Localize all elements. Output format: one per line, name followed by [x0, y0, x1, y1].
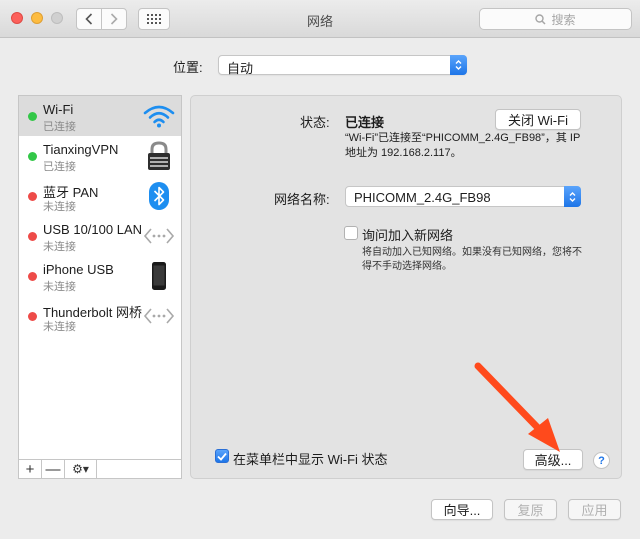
service-status: 未连接	[43, 201, 76, 213]
service-item-iphone-usb[interactable]: iPhone USB 未连接	[19, 256, 181, 296]
show-wifi-status-label: 在菜单栏中显示 Wi-Fi 状态	[233, 452, 388, 467]
chevron-updown-icon	[455, 60, 462, 70]
network-name-label: 网络名称:	[274, 192, 330, 207]
service-item-thunderbolt-bridge[interactable]: Thunderbolt 网桥 未连接	[19, 296, 181, 336]
apply-button[interactable]: 应用	[568, 499, 621, 520]
status-value: 已连接	[345, 115, 385, 130]
location-label: 位置:	[173, 60, 203, 75]
search-icon	[535, 13, 547, 25]
annotation-arrow-icon	[474, 362, 560, 452]
forward-button[interactable]	[101, 8, 127, 30]
select-stepper	[564, 186, 581, 207]
show-wifi-status-checkbox[interactable]	[215, 449, 229, 463]
network-name-select[interactable]: PHICOMM_2.4G_FB98	[345, 186, 581, 207]
bluetooth-icon	[143, 181, 175, 211]
location-value: 自动	[227, 61, 254, 76]
show-all-button[interactable]	[138, 8, 170, 30]
search-field[interactable]: 搜索	[479, 8, 632, 30]
ethernet-icon	[143, 301, 175, 331]
window-title: 网络	[306, 14, 333, 29]
service-name: USB 10/100 LAN	[43, 222, 143, 237]
service-item-wifi[interactable]: Wi-Fi 已连接	[19, 96, 181, 136]
location-select[interactable]: 自动	[218, 55, 467, 76]
service-item-usb-lan[interactable]: USB 10/100 LAN 未连接	[19, 216, 181, 256]
status-dot	[28, 112, 37, 121]
ask-to-join-description: 将自动加入已知网络。如果没有已知网络，您将不得不手动选择网络。	[362, 247, 582, 272]
select-stepper	[450, 55, 467, 75]
status-dot	[28, 312, 37, 321]
revert-button[interactable]: 复原	[504, 499, 557, 520]
chevron-right-icon	[110, 13, 118, 25]
status-dot	[28, 272, 37, 281]
service-status: 未连接	[43, 321, 76, 333]
back-button[interactable]	[76, 8, 102, 30]
service-list: Wi-Fi 已连接 TianxingVPN 已连接 蓝牙 PAN 未连接 USB…	[18, 95, 182, 479]
chevron-left-icon	[85, 13, 93, 25]
vpn-lock-icon	[143, 141, 175, 171]
wifi-icon	[143, 101, 175, 131]
network-name-value: PHICOMM_2.4G_FB98	[354, 190, 491, 205]
service-list-toolbar: + — ⚙▾	[18, 459, 182, 479]
ask-to-join-checkbox[interactable]	[344, 226, 358, 240]
service-status: 未连接	[43, 281, 76, 293]
checkmark-icon	[217, 452, 227, 461]
remove-service-button[interactable]: —	[42, 460, 65, 478]
ask-to-join-label: 询问加入新网络	[362, 228, 454, 243]
status-dot	[28, 232, 37, 241]
service-name: Wi-Fi	[43, 102, 74, 117]
status-dot	[28, 192, 37, 201]
close-window-button[interactable]	[11, 12, 23, 24]
title-bar: 网络 搜索	[0, 0, 640, 38]
service-name: iPhone USB	[43, 262, 114, 277]
gear-icon: ⚙▾	[72, 462, 89, 476]
minimize-window-button[interactable]	[31, 12, 43, 24]
assistant-button[interactable]: 向导...	[431, 499, 493, 520]
status-description: “Wi-Fi”已连接至“PHICOMM_2.4G_FB98”，其 IP 地址为 …	[345, 132, 581, 159]
zoom-window-button[interactable]	[51, 12, 63, 24]
service-status: 未连接	[43, 241, 76, 253]
service-status: 已连接	[43, 161, 76, 173]
service-item-tianxingvpn[interactable]: TianxingVPN 已连接	[19, 136, 181, 176]
search-placeholder: 搜索	[551, 12, 576, 27]
grid-icon	[147, 14, 161, 24]
service-status: 已连接	[43, 121, 76, 133]
gear-menu-button[interactable]: ⚙▾	[65, 460, 97, 478]
status-dot	[28, 152, 37, 161]
chevron-updown-icon	[569, 191, 576, 202]
service-name: TianxingVPN	[43, 142, 119, 157]
service-item-bluetooth-pan[interactable]: 蓝牙 PAN 未连接	[19, 176, 181, 216]
ethernet-icon	[143, 221, 175, 251]
status-label: 状态:	[300, 115, 330, 130]
iphone-icon	[143, 261, 175, 291]
add-service-button[interactable]: +	[19, 460, 42, 478]
help-button[interactable]: ?	[593, 452, 610, 469]
turn-off-wifi-button[interactable]: 关闭 Wi-Fi	[495, 109, 581, 130]
